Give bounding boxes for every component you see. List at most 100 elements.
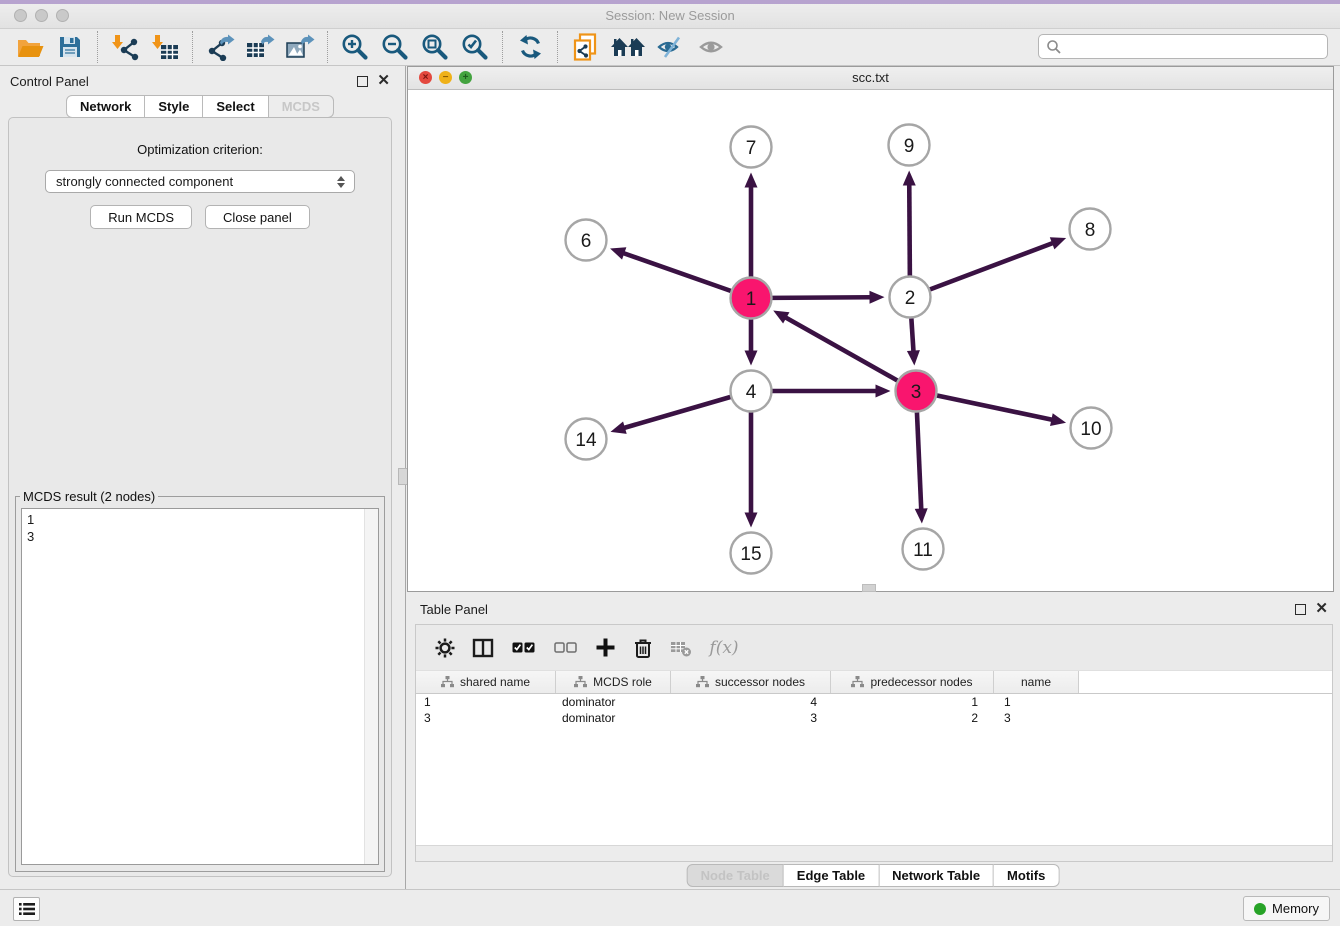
graph-edge-4-14[interactable]	[610, 397, 730, 434]
column-header-successor-nodes[interactable]: successor nodes	[671, 671, 831, 693]
apply-preferred-layout-button[interactable]	[510, 30, 550, 64]
graph-node-1[interactable]: 1	[731, 278, 772, 319]
graph-edge-1-6[interactable]	[610, 247, 731, 291]
graph-node-4[interactable]: 4	[731, 371, 772, 412]
graph-edge-3-1[interactable]	[773, 311, 897, 381]
table-cell[interactable]: 1	[994, 695, 1079, 709]
add-column-button[interactable]	[590, 633, 620, 663]
tab-network-table[interactable]: Network Table	[879, 864, 994, 887]
close-panel-button[interactable]: Close panel	[205, 205, 310, 229]
table-cell[interactable]: dominator	[556, 711, 671, 725]
hierarchy-icon	[441, 676, 454, 688]
toolbar-separator	[97, 31, 98, 63]
criterion-dropdown[interactable]: strongly connected component	[45, 170, 355, 193]
zoom-out-button[interactable]	[375, 30, 415, 64]
save-floppy-icon	[58, 35, 82, 59]
graph-node-8[interactable]: 8	[1070, 209, 1111, 250]
open-session-button[interactable]	[10, 30, 50, 64]
export-network-button[interactable]	[200, 30, 240, 64]
horizontal-splitter-handle[interactable]	[862, 584, 876, 592]
graph-node-9[interactable]: 9	[889, 125, 930, 166]
close-table-panel-icon[interactable]: ✕	[1315, 604, 1328, 614]
show-graphics-details-button[interactable]	[605, 30, 651, 64]
toggle-panel-mode-button[interactable]	[468, 633, 498, 663]
table-cell[interactable]: 3	[416, 711, 556, 725]
table-horizontal-scrollbar[interactable]	[416, 845, 1332, 861]
column-header-label: predecessor nodes	[870, 675, 972, 689]
search-input[interactable]	[1062, 36, 1327, 58]
network-canvas[interactable]: 7 9 6 8 1 2 4 3 14 10 15 11	[408, 89, 1333, 591]
graph-edge-2-3[interactable]	[907, 318, 920, 365]
mcds-result-textarea[interactable]: 1 3	[21, 508, 379, 865]
memory-button[interactable]: Memory	[1243, 896, 1330, 921]
graph-edge-3-11[interactable]	[915, 412, 928, 523]
show-annotations-button[interactable]	[691, 30, 731, 64]
column-settings-button[interactable]	[430, 633, 460, 663]
network-view-window: × − + scc.txt 7 9 6 8 1 2 4 3 14 10 15 11	[407, 66, 1334, 592]
delete-column-button[interactable]	[628, 633, 658, 663]
graph-node-2[interactable]: 2	[890, 277, 931, 318]
graph-node-10[interactable]: 10	[1071, 408, 1112, 449]
deselect-all-button[interactable]	[548, 633, 582, 663]
toolbar-search-field[interactable]	[1038, 34, 1328, 59]
table-cell[interactable]: 3	[994, 711, 1079, 725]
tab-motifs[interactable]: Motifs	[994, 864, 1059, 887]
graph-node-15[interactable]: 15	[731, 533, 772, 574]
close-panel-icon[interactable]: ✕	[377, 76, 390, 86]
export-table-button[interactable]	[240, 30, 280, 64]
task-history-button[interactable]	[13, 897, 40, 921]
column-header-name[interactable]: name	[994, 671, 1079, 693]
column-header-shared-name[interactable]: shared name	[416, 671, 556, 693]
import-table-button[interactable]	[145, 30, 185, 64]
tab-edge-table[interactable]: Edge Table	[784, 864, 879, 887]
fit-content-button[interactable]	[415, 30, 455, 64]
column-header-predecessor-nodes[interactable]: predecessor nodes	[831, 671, 994, 693]
graph-edge-4-3[interactable]	[773, 385, 891, 398]
result-scrollbar[interactable]	[364, 509, 378, 864]
column-header-MCDS-role[interactable]: MCDS role	[556, 671, 671, 693]
tab-select[interactable]: Select	[203, 95, 268, 118]
table-cell[interactable]: 4	[671, 695, 831, 709]
table-row[interactable]: 1dominator411	[416, 694, 1332, 710]
tab-node-table[interactable]: Node Table	[687, 864, 784, 887]
graph-node-7[interactable]: 7	[731, 127, 772, 168]
table-cell[interactable]: dominator	[556, 695, 671, 709]
table-row[interactable]: 3dominator323	[416, 710, 1332, 726]
clone-network-button[interactable]	[565, 30, 605, 64]
table-cell[interactable]: 3	[671, 711, 831, 725]
import-network-button[interactable]	[105, 30, 145, 64]
export-image-button[interactable]	[280, 30, 320, 64]
svg-text:15: 15	[740, 544, 761, 565]
table-cell[interactable]: 1	[416, 695, 556, 709]
table-cell[interactable]: 2	[831, 711, 994, 725]
graph-node-14[interactable]: 14	[566, 419, 607, 460]
save-session-button[interactable]	[50, 30, 90, 64]
graph-edge-3-10[interactable]	[937, 395, 1066, 426]
column-header-label: shared name	[460, 675, 530, 689]
tab-mcds[interactable]: MCDS	[269, 95, 334, 118]
graph-edge-2-8[interactable]	[930, 237, 1066, 289]
table-cell[interactable]: 1	[831, 695, 994, 709]
graph-edge-1-4[interactable]	[745, 320, 758, 366]
graph-node-11[interactable]: 11	[903, 529, 944, 570]
float-panel-icon[interactable]	[357, 76, 368, 87]
zoom-out-icon	[380, 32, 410, 62]
graph-edge-4-15[interactable]	[745, 413, 758, 528]
column-header-label: MCDS role	[593, 675, 652, 689]
run-mcds-button[interactable]: Run MCDS	[90, 205, 192, 229]
zoom-selected-button[interactable]	[455, 30, 495, 64]
select-all-button[interactable]	[506, 633, 540, 663]
graph-node-6[interactable]: 6	[566, 220, 607, 261]
hide-annotations-button[interactable]	[651, 30, 691, 64]
graph-edge-1-2[interactable]	[772, 291, 884, 304]
tab-network[interactable]: Network	[66, 95, 145, 118]
svg-text:1: 1	[746, 289, 757, 310]
zoom-in-button[interactable]	[335, 30, 375, 64]
graph-edge-1-7[interactable]	[745, 173, 758, 277]
graph-node-3[interactable]: 3	[896, 371, 937, 412]
float-table-panel-icon[interactable]	[1295, 604, 1306, 615]
tab-style[interactable]: Style	[145, 95, 203, 118]
toolbar-separator	[192, 31, 193, 63]
network-window-titlebar[interactable]: × − + scc.txt	[408, 67, 1333, 90]
graph-edge-2-9[interactable]	[903, 170, 916, 275]
